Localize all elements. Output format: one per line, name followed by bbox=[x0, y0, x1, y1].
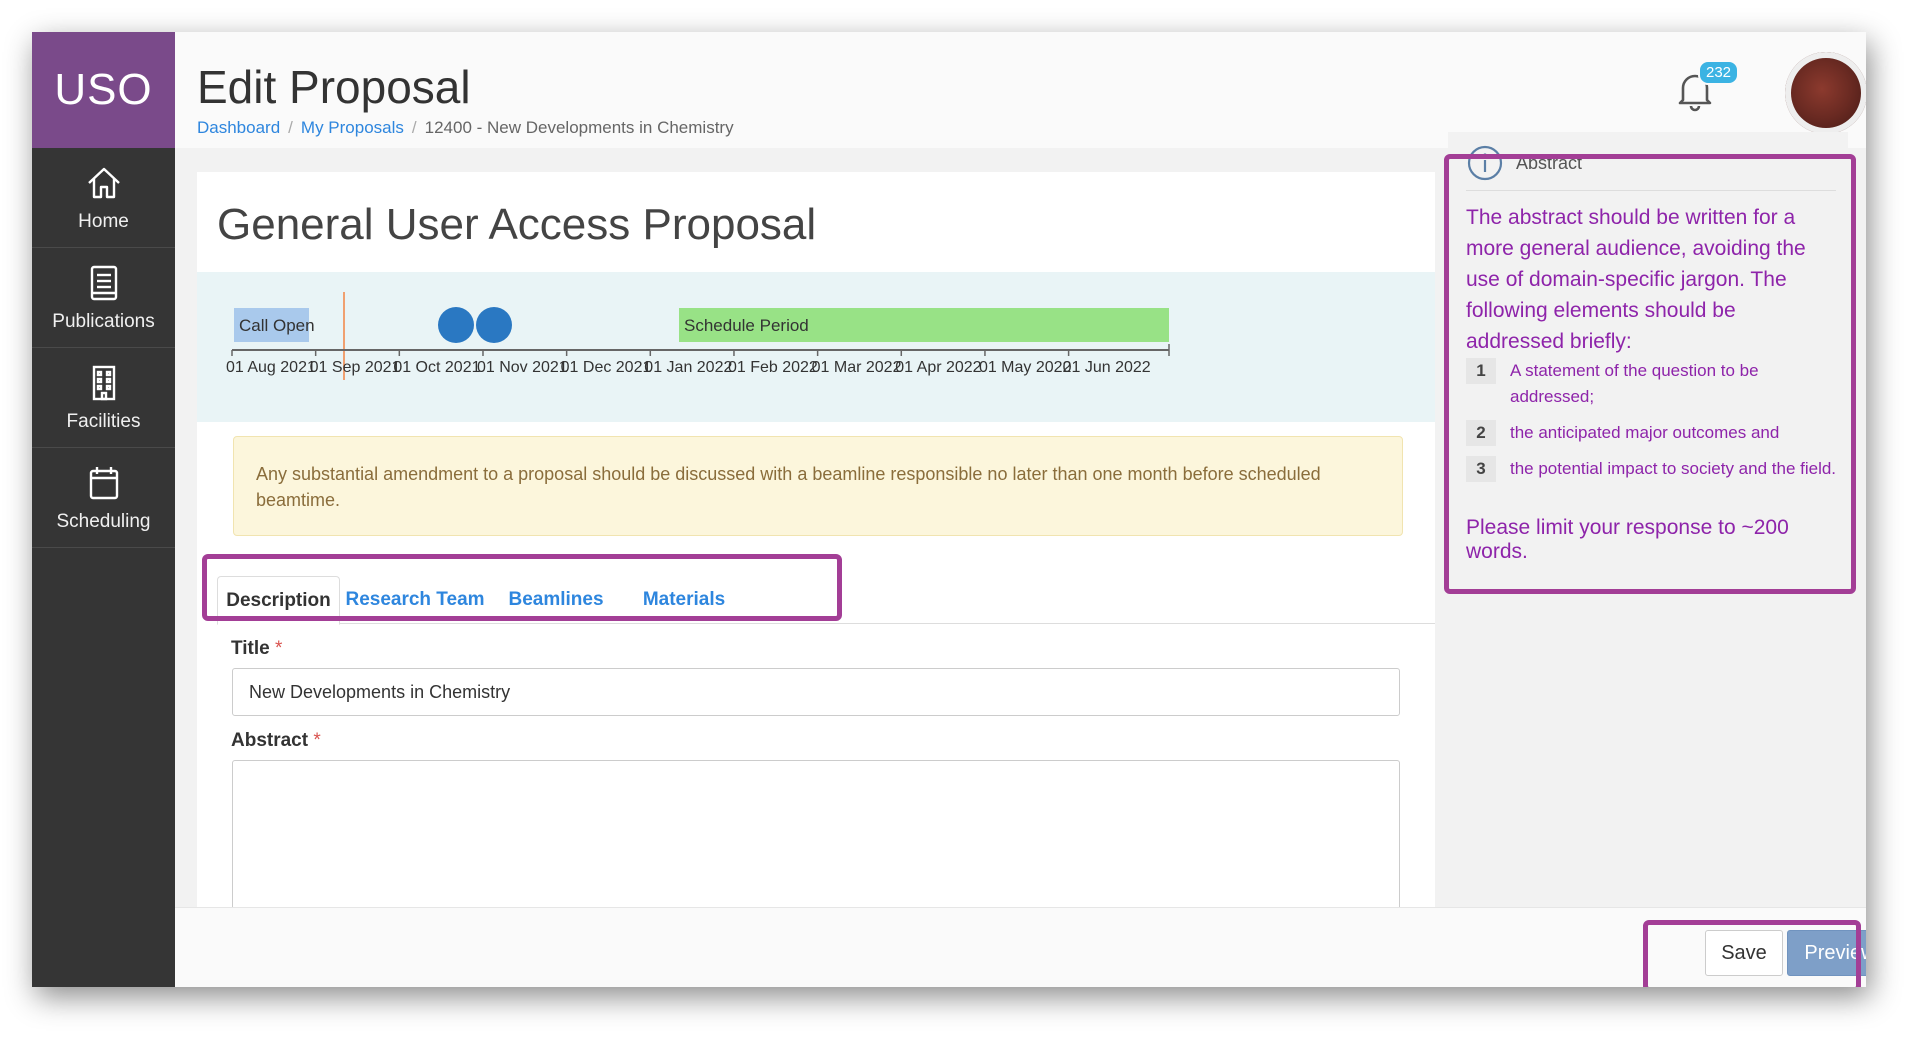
help-item-number: 3 bbox=[1466, 456, 1496, 482]
timeline-tick-label: 01 Sep 2021 bbox=[310, 359, 401, 376]
help-intro: The abstract should be written for a mor… bbox=[1466, 206, 1806, 353]
tab-research-team[interactable]: Research Team bbox=[340, 576, 490, 624]
timeline-tick-label: 01 May 2022 bbox=[979, 359, 1072, 376]
call-open-label: Call Open bbox=[239, 316, 315, 335]
sidebar-item-label: Home bbox=[78, 210, 129, 232]
title-label-text: Title bbox=[231, 638, 270, 659]
timeline-tick-label: 01 Feb 2022 bbox=[728, 359, 818, 376]
abstract-help-panel: Abstract The abstract should be written … bbox=[1448, 132, 1848, 570]
help-item-number: 1 bbox=[1466, 358, 1496, 384]
schedule-period-label: Schedule Period bbox=[684, 316, 809, 335]
tab-beamlines[interactable]: Beamlines bbox=[490, 576, 622, 624]
required-marker: * bbox=[275, 638, 283, 659]
amendment-notice: Any substantial amendment to a proposal … bbox=[233, 436, 1403, 536]
avatar[interactable] bbox=[1785, 52, 1866, 134]
help-list-item: 1 A statement of the question to be addr… bbox=[1466, 358, 1838, 410]
help-list-item: 3 the potential impact to society and th… bbox=[1466, 456, 1838, 482]
divider bbox=[1466, 190, 1836, 191]
help-item-number: 2 bbox=[1466, 420, 1496, 446]
timeline-tick-label: 01 Dec 2021 bbox=[561, 359, 652, 376]
timeline-tick-label: 01 Oct 2021 bbox=[393, 359, 480, 376]
save-button[interactable]: Save bbox=[1705, 930, 1783, 976]
app-window: USO Home Publications Facilities Schedul… bbox=[32, 32, 1866, 987]
breadcrumb-separator: / bbox=[411, 118, 417, 137]
timeline-tick-label: 01 Jun 2022 bbox=[1063, 359, 1151, 376]
title-field-label: Title * bbox=[231, 638, 282, 660]
breadcrumb-separator: / bbox=[288, 118, 293, 137]
sidebar-item-publications[interactable]: Publications bbox=[32, 248, 175, 348]
help-item-text: A statement of the question to be addres… bbox=[1510, 361, 1759, 406]
proposal-card: General User Access Proposal Call Open S… bbox=[197, 172, 1435, 960]
event-marker[interactable] bbox=[476, 307, 512, 343]
abstract-field-label: Abstract * bbox=[231, 730, 321, 752]
tab-description[interactable]: Description bbox=[217, 576, 340, 625]
home-icon bbox=[87, 167, 120, 198]
help-item-text: the anticipated major outcomes and bbox=[1510, 423, 1780, 442]
event-marker[interactable] bbox=[438, 307, 474, 343]
sidebar: USO Home Publications Facilities Schedul… bbox=[32, 32, 175, 987]
abstract-label-text: Abstract bbox=[231, 730, 309, 751]
sidebar-item-label: Publications bbox=[52, 310, 155, 332]
timeline-tick-label: 01 Jan 2022 bbox=[644, 359, 732, 376]
timeline-tick-label: 01 Nov 2021 bbox=[477, 359, 568, 376]
help-footer: Please limit your response to ~200 words… bbox=[1466, 516, 1789, 563]
card-title: General User Access Proposal bbox=[217, 200, 817, 249]
timeline-ticks: 01 Aug 202101 Sep 202101 Oct 202101 Nov … bbox=[226, 344, 1170, 376]
help-heading: Abstract bbox=[1466, 144, 1582, 182]
sidebar-item-facilities[interactable]: Facilities bbox=[32, 348, 175, 448]
proposal-timeline: Call Open Schedule Period 01 Aug 2021 01 … bbox=[197, 272, 1435, 422]
proposal-tabs: Description Research Team Beamlines Mate… bbox=[217, 562, 1435, 625]
breadcrumb-current: 12400 - New Developments in Chemistry bbox=[424, 118, 734, 137]
breadcrumb-dashboard[interactable]: Dashboard bbox=[197, 118, 280, 137]
notification-badge: 232 bbox=[1698, 60, 1740, 85]
help-list-item: 2 the anticipated major outcomes and bbox=[1466, 420, 1838, 446]
calendar-icon bbox=[89, 466, 118, 499]
page-header: Edit Proposal Dashboard / My Proposals / 124… bbox=[175, 32, 1866, 148]
tab-materials[interactable]: Materials bbox=[622, 576, 746, 624]
sidebar-item-home[interactable]: Home bbox=[32, 148, 175, 248]
title-input[interactable] bbox=[232, 668, 1400, 716]
sidebar-item-label: Scheduling bbox=[56, 510, 151, 532]
app-logo[interactable]: USO bbox=[32, 32, 175, 148]
breadcrumb: Dashboard / My Proposals / 12400 - New Devel… bbox=[197, 118, 734, 138]
page-title: Edit Proposal bbox=[197, 61, 471, 113]
form-footer: Save Preview bbox=[175, 907, 1866, 987]
building-icon bbox=[92, 365, 115, 400]
timeline-tick-label: 01 Mar 2022 bbox=[812, 359, 902, 376]
help-item-text: the potential impact to society and the … bbox=[1510, 459, 1837, 478]
timeline-tick-label: 01 Apr 2022 bbox=[895, 359, 981, 376]
breadcrumb-my-proposals[interactable]: My Proposals bbox=[301, 118, 404, 137]
info-icon bbox=[1467, 145, 1503, 181]
required-marker: * bbox=[313, 730, 321, 751]
timeline-chart: Call Open Schedule Period 01 Aug 202101 … bbox=[226, 292, 1170, 380]
timeline-tick-label: 01 Aug 2021 bbox=[226, 359, 316, 376]
preview-button[interactable]: Preview bbox=[1787, 930, 1866, 976]
book-icon bbox=[90, 265, 117, 300]
sidebar-item-scheduling[interactable]: Scheduling bbox=[32, 448, 175, 548]
sidebar-item-label: Facilities bbox=[66, 410, 141, 432]
help-heading-text: Abstract bbox=[1516, 152, 1583, 173]
